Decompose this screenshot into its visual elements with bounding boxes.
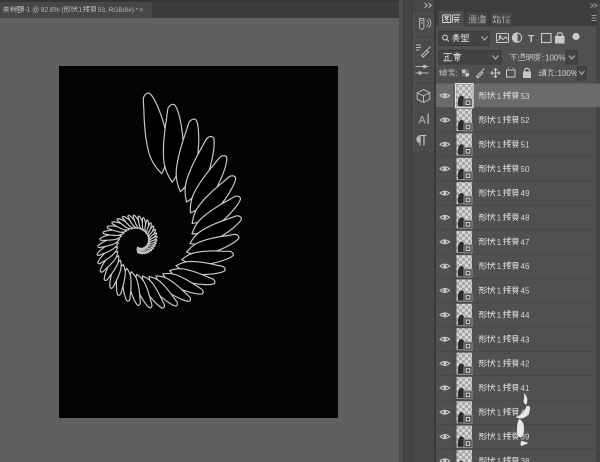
svg-text:50: 50 [521, 165, 530, 174]
svg-text:1: 1 [497, 141, 502, 150]
svg-text:41: 41 [521, 384, 530, 393]
svg-text:1: 1 [497, 214, 502, 223]
svg-text:51: 51 [521, 141, 530, 150]
svg-text:1: 1 [497, 360, 502, 369]
svg-text:44: 44 [521, 311, 530, 320]
svg-text:43: 43 [521, 335, 530, 344]
svg-text:53, RGB/8#) *: 53, RGB/8#) * [98, 7, 139, 14]
svg-text:1: 1 [497, 408, 502, 417]
svg-text:1: 1 [78, 7, 82, 14]
svg-text:42: 42 [521, 360, 530, 369]
svg-text:×: × [139, 4, 144, 14]
svg-text:38: 38 [521, 457, 530, 462]
svg-text:53: 53 [521, 92, 530, 101]
svg-text:100%: 100% [545, 53, 565, 62]
svg-text:1: 1 [497, 165, 502, 174]
svg-text:A: A [419, 115, 427, 127]
svg-text:-1 @ 82.6% (: -1 @ 82.6% ( [25, 7, 65, 14]
svg-text:T: T [528, 33, 535, 45]
svg-text:1: 1 [497, 457, 502, 462]
svg-text:48: 48 [521, 214, 530, 223]
svg-text:100%: 100% [558, 69, 578, 78]
svg-text::: : [455, 68, 457, 78]
svg-text:47: 47 [521, 238, 530, 247]
svg-text:1: 1 [497, 287, 502, 296]
svg-text:1: 1 [497, 311, 502, 320]
svg-text:1: 1 [497, 189, 502, 198]
svg-text:1: 1 [497, 262, 502, 271]
svg-text:45: 45 [521, 287, 530, 296]
svg-text:49: 49 [521, 189, 530, 198]
svg-text:1: 1 [497, 384, 502, 393]
svg-text:52: 52 [521, 116, 530, 125]
svg-text::: : [542, 52, 544, 62]
svg-text:1: 1 [497, 335, 502, 344]
svg-text:1: 1 [497, 238, 502, 247]
svg-text:46: 46 [521, 262, 530, 271]
svg-text:1: 1 [497, 116, 502, 125]
svg-text:1: 1 [497, 433, 502, 442]
svg-text:1: 1 [497, 92, 502, 101]
